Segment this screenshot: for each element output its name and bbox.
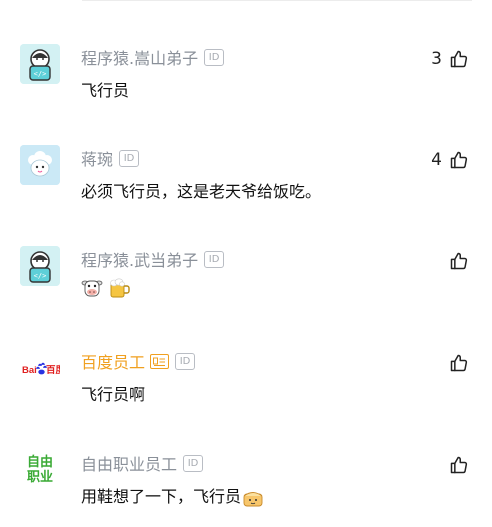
- comment-item: </> 程序猿.嵩山弟子 ID 飞行员 3: [0, 44, 492, 144]
- like-button[interactable]: 3: [431, 47, 470, 71]
- cow-face-emoji: [81, 280, 103, 297]
- id-badge: ID: [204, 48, 225, 66]
- like-button[interactable]: 4: [431, 148, 470, 172]
- avatar[interactable]: Bai 百度: [20, 348, 60, 388]
- freelancer-logo-line2: 职业: [26, 470, 53, 485]
- like-button[interactable]: [442, 453, 470, 477]
- pie-emoji: [243, 491, 263, 506]
- id-badge: ID: [175, 352, 196, 370]
- baidu-logo: Bai 百度: [22, 362, 60, 376]
- beer-mug-emoji: [110, 278, 130, 298]
- programmer-ape-icon: </>: [20, 44, 60, 84]
- like-button[interactable]: [442, 249, 470, 273]
- thumbs-up-icon: [448, 250, 470, 272]
- employee-badge-icon: [150, 353, 170, 369]
- like-count: 3: [431, 49, 442, 69]
- username[interactable]: 蒋琬: [81, 146, 113, 170]
- username[interactable]: 程序猿.武当弟子: [81, 247, 198, 271]
- username[interactable]: 自由职业员工: [81, 451, 177, 475]
- comment-item: </> 程序猿.武当弟子 ID: [0, 246, 492, 346]
- avatar[interactable]: [20, 145, 60, 185]
- comment-item: 自由 职业 自由职业员工 ID 用鞋想了一下，飞行员: [0, 450, 492, 527]
- avatar[interactable]: </>: [20, 44, 60, 84]
- thumbs-up-icon: [448, 149, 470, 171]
- svg-text:</>: </>: [34, 272, 47, 280]
- avatar[interactable]: </>: [20, 246, 60, 286]
- comment-text: 飞行员: [81, 81, 130, 100]
- sheep-icon: [20, 145, 60, 185]
- comment-text: 用鞋想了一下，飞行员: [81, 483, 264, 508]
- id-badge: ID: [204, 250, 225, 268]
- freelancer-logo-line1: 自由: [26, 455, 53, 470]
- comment-text: [81, 277, 132, 299]
- comment-item: 蒋琬 ID 必须飞行员，这是老天爷给饭吃。 4: [0, 145, 492, 245]
- id-badge: ID: [119, 149, 140, 167]
- username[interactable]: 程序猿.嵩山弟子: [81, 45, 198, 69]
- username[interactable]: 百度员工: [81, 349, 145, 373]
- thumbs-up-icon: [448, 454, 470, 476]
- svg-text:Bai: Bai: [22, 365, 37, 376]
- comment-text-content: 用鞋想了一下，飞行员: [81, 487, 242, 506]
- comment-text: 必须飞行员，这是老天爷给饭吃。: [81, 182, 322, 201]
- like-count: 4: [431, 150, 442, 170]
- top-divider: [82, 0, 472, 1]
- svg-text:百度: 百度: [46, 364, 60, 376]
- avatar[interactable]: 自由 职业: [20, 450, 60, 490]
- programmer-ape-icon: </>: [20, 246, 60, 286]
- id-badge: ID: [183, 454, 204, 472]
- comment-item: Bai 百度 百度员工 ID 飞行员啊: [0, 348, 492, 448]
- thumbs-up-icon: [448, 352, 470, 374]
- thumbs-up-icon: [448, 48, 470, 70]
- svg-text:</>: </>: [34, 70, 47, 78]
- comment-text: 飞行员啊: [81, 385, 146, 404]
- like-button[interactable]: [442, 351, 470, 375]
